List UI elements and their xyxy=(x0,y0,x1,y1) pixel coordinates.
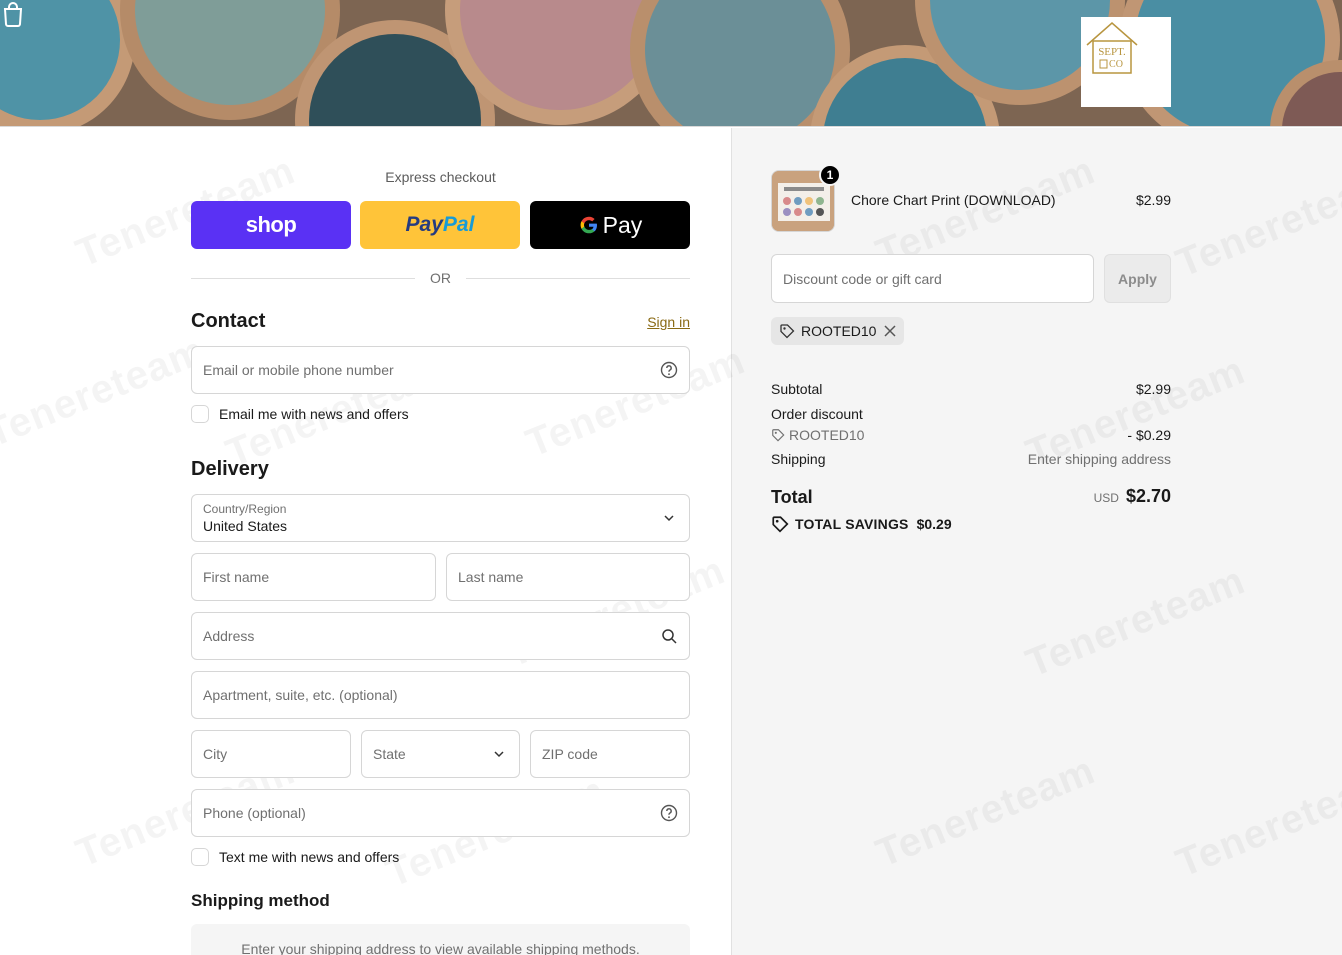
currency-code: USD xyxy=(1093,491,1119,505)
product-price: $2.99 xyxy=(1135,192,1171,208)
close-icon[interactable] xyxy=(884,325,896,337)
google-pay-label: Pay xyxy=(602,211,643,238)
help-icon[interactable] xyxy=(660,361,678,379)
order-discount-row: Order discount xyxy=(771,406,1171,422)
paypal-label-part1: Pay xyxy=(405,213,443,236)
address-field[interactable]: Address xyxy=(191,612,690,660)
country-label: Country/Region xyxy=(203,502,287,516)
divider-line xyxy=(466,278,690,279)
google-g-icon xyxy=(580,216,597,234)
chevron-down-icon xyxy=(664,515,674,522)
paypal-label-part2: Pal xyxy=(442,213,475,236)
discount-code-line: ROOTED10 xyxy=(771,427,1171,443)
total-value: $2.70 xyxy=(1125,486,1171,506)
tag-icon xyxy=(772,429,785,442)
subtotal-label: Subtotal xyxy=(771,381,823,397)
email-news-checkbox-row[interactable]: Email me with news and offers xyxy=(191,405,409,423)
sign-in-link[interactable]: Sign in xyxy=(647,314,690,330)
subtotal-row: Subtotal $2.99 xyxy=(771,381,1171,397)
phone-field[interactable]: Phone (optional) xyxy=(191,789,690,837)
address-placeholder: Address xyxy=(203,628,255,644)
total-value-group: USD $2.70 xyxy=(1094,486,1171,507)
paypal-button[interactable]: Pay Pal xyxy=(360,201,520,249)
text-news-checkbox[interactable] xyxy=(191,848,209,866)
discount-code-row: ROOTED10 - $0.29 xyxy=(771,427,1171,443)
store-logo[interactable]: SEPT. CO xyxy=(1081,17,1171,107)
discount-value: - $0.29 xyxy=(1127,427,1171,443)
shipping-value: Enter shipping address xyxy=(1027,451,1171,467)
or-divider: OR xyxy=(191,270,690,286)
help-icon[interactable] xyxy=(660,804,678,822)
applied-code-label: ROOTED10 xyxy=(801,323,877,339)
product-name: Chore Chart Print (DOWNLOAD) xyxy=(851,192,1056,208)
total-label: Total xyxy=(771,487,813,507)
order-summary-pane xyxy=(731,128,1342,955)
country-value: United States xyxy=(203,518,288,534)
first-name-placeholder: First name xyxy=(203,569,270,585)
watermark: Tenereteam xyxy=(0,328,212,456)
email-news-label: Email me with news and offers xyxy=(219,406,409,422)
text-news-checkbox-row[interactable]: Text me with news and offers xyxy=(191,848,399,866)
last-name-placeholder: Last name xyxy=(458,569,524,585)
state-placeholder: State xyxy=(373,746,406,762)
tag-icon xyxy=(772,516,789,533)
svg-text:CO: CO xyxy=(1109,59,1123,70)
phone-placeholder: Phone (optional) xyxy=(203,805,306,821)
zip-code-placeholder: ZIP code xyxy=(542,746,598,762)
discount-placeholder: Discount code or gift card xyxy=(783,270,942,287)
savings-value: $0.29 xyxy=(916,516,952,532)
zip-code-field[interactable]: ZIP code xyxy=(530,730,690,778)
country-select[interactable]: Country/Region United States xyxy=(191,494,690,542)
shopping-bag-icon[interactable] xyxy=(0,0,26,28)
express-checkout-label: Express checkout xyxy=(385,169,496,185)
text-news-label: Text me with news and offers xyxy=(219,849,400,865)
email-placeholder: Email or mobile phone number xyxy=(203,362,394,378)
tag-icon xyxy=(780,324,795,339)
city-placeholder: City xyxy=(203,746,228,762)
first-name-field[interactable]: First name xyxy=(191,553,436,601)
shipping-method-heading: Shipping method xyxy=(191,891,330,910)
shipping-method-notice: Enter your shipping address to view avai… xyxy=(191,924,690,955)
search-icon xyxy=(662,629,677,644)
quantity-badge: 1 xyxy=(819,164,841,186)
google-pay-button[interactable]: Pay xyxy=(530,201,690,249)
city-field[interactable]: City xyxy=(191,730,351,778)
apartment-field[interactable]: Apartment, suite, etc. (optional) xyxy=(191,671,690,719)
email-field[interactable]: Email or mobile phone number xyxy=(191,346,690,394)
subtotal-value: $2.99 xyxy=(1135,381,1171,397)
apartment-placeholder: Apartment, suite, etc. (optional) xyxy=(203,687,398,703)
total-savings: TOTAL SAVINGS $0.29 xyxy=(771,515,952,533)
header-banner: SEPT. CO xyxy=(0,0,1342,127)
house-logo-icon: SEPT. CO xyxy=(1086,22,1138,74)
chevron-down-icon xyxy=(494,751,504,758)
shop-pay-button[interactable]: shop xyxy=(191,201,351,249)
email-news-checkbox[interactable] xyxy=(191,405,209,423)
savings-label: TOTAL SAVINGS xyxy=(795,516,909,532)
shipping-label: Shipping xyxy=(771,451,826,467)
last-name-field[interactable]: Last name xyxy=(446,553,690,601)
state-select[interactable]: State xyxy=(361,730,520,778)
shipping-method-message: Enter your shipping address to view avai… xyxy=(241,941,640,955)
applied-discount-chip: ROOTED10 xyxy=(771,317,905,345)
delivery-heading: Delivery xyxy=(191,458,269,480)
svg-text:SEPT.: SEPT. xyxy=(1098,46,1126,58)
contact-heading: Contact xyxy=(191,310,266,332)
order-discount-label: Order discount xyxy=(771,406,863,422)
shop-pay-label: shop xyxy=(245,212,297,237)
discount-code-text: ROOTED10 xyxy=(789,427,865,443)
discount-code-input[interactable]: Discount code or gift card xyxy=(771,254,1094,303)
shipping-row: Shipping Enter shipping address xyxy=(771,451,1171,467)
apply-discount-button[interactable]: Apply xyxy=(1104,254,1171,303)
